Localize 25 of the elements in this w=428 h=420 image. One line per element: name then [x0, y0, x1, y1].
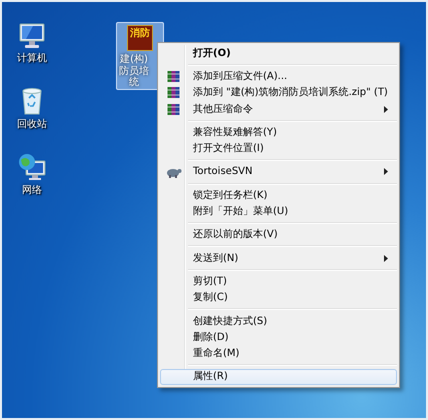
network-icon[interactable] [17, 152, 47, 182]
menu-item[interactable]: 其他压缩命令 [160, 100, 397, 118]
archive-books-icon [167, 86, 181, 100]
recycle-bin-icon[interactable] [20, 86, 44, 116]
menu-item[interactable]: 附到「开始」菜单(U) [160, 203, 397, 220]
archive-books-icon [167, 70, 181, 83]
menu-item[interactable]: 还原以前的版本(V) [160, 226, 397, 243]
menu-item[interactable]: 属性(R) [160, 368, 397, 386]
desktop-icon-label[interactable]: 回收站 [17, 119, 47, 130]
desktop-icon-label[interactable]: 计算机 [17, 53, 47, 64]
menu-item[interactable]: 剪切(T) [160, 273, 397, 290]
menu-item[interactable]: TortoiseSVN [160, 164, 397, 180]
menu-item[interactable]: 打开文件位置(I) [160, 140, 397, 157]
menu-item[interactable]: 删除(D) [160, 329, 397, 346]
menu-item[interactable]: 发送到(N) [160, 250, 397, 266]
desktop-icon-label[interactable]: 网络 [22, 185, 42, 196]
menu-item[interactable]: 创建快捷方式(S) [160, 312, 397, 330]
menu-item[interactable]: 锁定到任务栏(K) [160, 187, 397, 204]
archive-books-icon [167, 102, 181, 116]
menu-item[interactable]: 兼容性疑难解答(Y) [160, 124, 397, 140]
menu-item[interactable]: 重命名(M) [160, 345, 397, 362]
app-logo-icon: 消防 [127, 25, 153, 51]
computer-icon[interactable] [17, 22, 47, 50]
shortcut-label: 建(构) 防员培 统 [118, 54, 149, 88]
menu-item[interactable]: 复制(C) [160, 290, 397, 306]
